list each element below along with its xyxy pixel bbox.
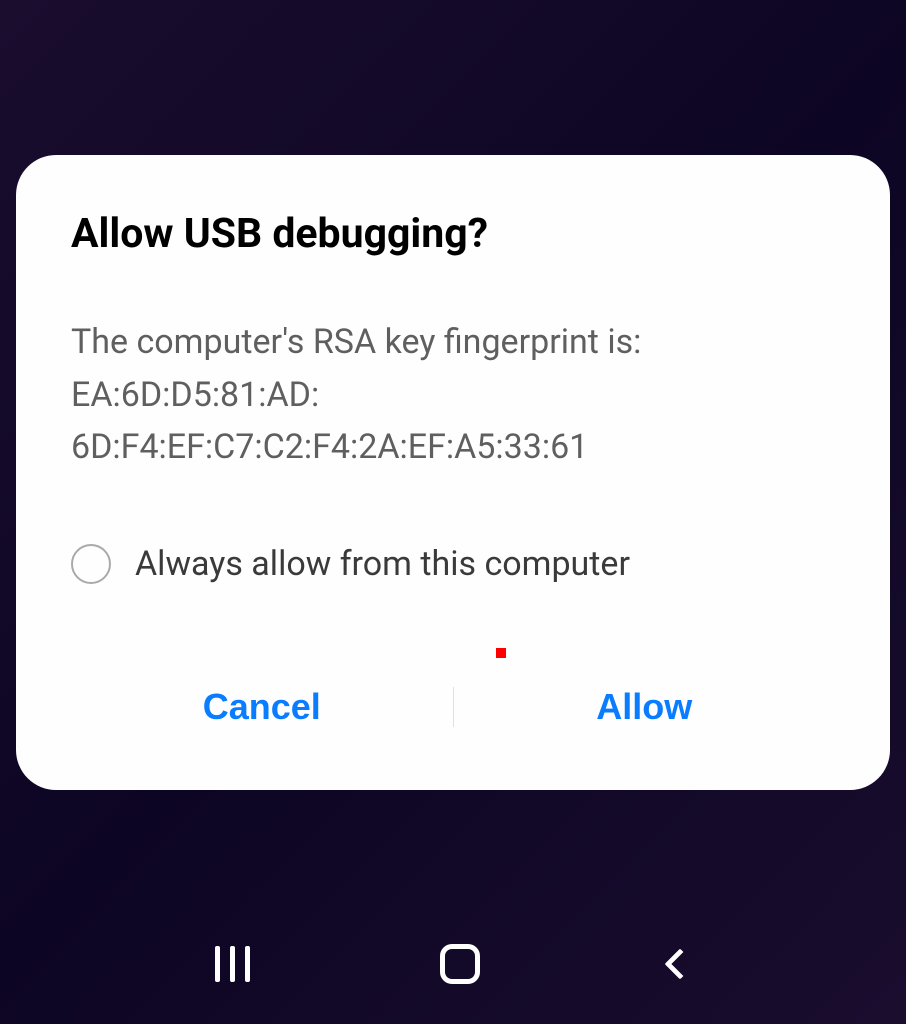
home-button[interactable] <box>440 944 480 984</box>
recents-button[interactable] <box>215 946 251 982</box>
cancel-button[interactable]: Cancel <box>71 664 453 750</box>
navigation-bar <box>0 934 906 994</box>
dialog-message: The computer's RSA key fingerprint is:EA… <box>71 316 835 474</box>
allow-button[interactable]: Allow <box>454 664 836 750</box>
checkbox-label: Always allow from this computer <box>135 544 630 584</box>
dialog-title: Allow USB debugging? <box>71 210 835 258</box>
always-allow-checkbox-row[interactable]: Always allow from this computer <box>71 544 835 584</box>
checkbox-unchecked-icon[interactable] <box>71 544 111 584</box>
back-button[interactable] <box>665 948 696 979</box>
usb-debugging-dialog: Allow USB debugging? The computer's RSA … <box>16 155 890 790</box>
dialog-button-row: Cancel Allow <box>71 664 835 750</box>
